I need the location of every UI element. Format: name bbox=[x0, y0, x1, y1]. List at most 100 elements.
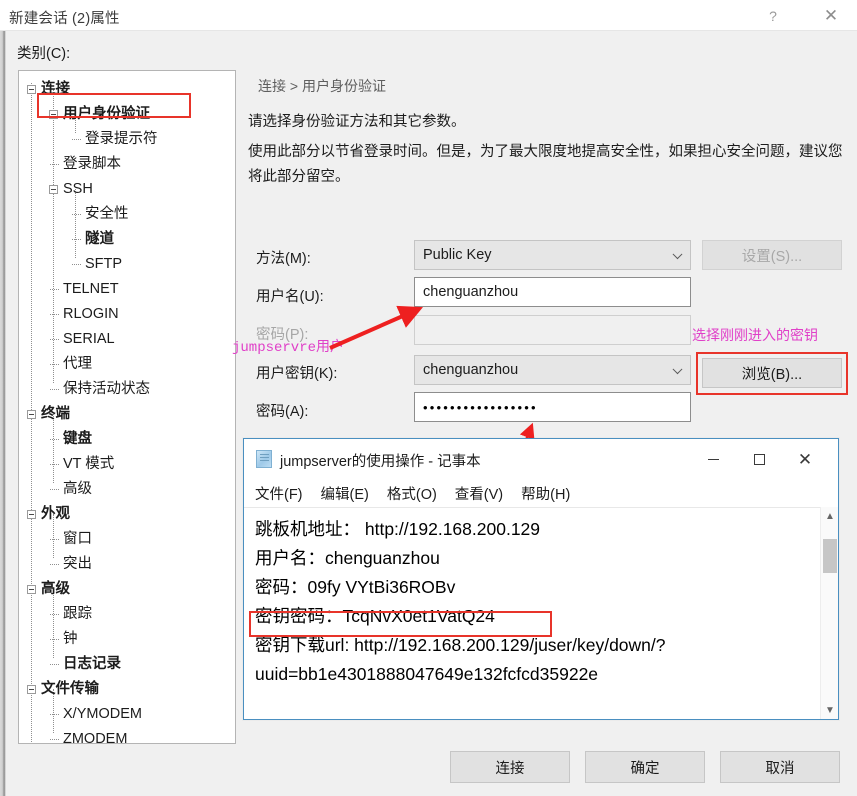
tree-item[interactable]: 保持活动状态 bbox=[19, 377, 235, 402]
tree-expander-icon[interactable] bbox=[27, 585, 36, 594]
tree-expander-icon[interactable] bbox=[27, 685, 36, 694]
browse-button[interactable]: 浏览(B)... bbox=[702, 358, 842, 388]
tree-item[interactable]: SFTP bbox=[19, 252, 235, 277]
method-label: 方法(M): bbox=[256, 251, 311, 267]
tree-item[interactable]: SERIAL bbox=[19, 327, 235, 352]
tree-connector bbox=[50, 714, 59, 715]
dialog-titlebar: 新建会话 (2)属性 ? ✕ bbox=[0, 0, 857, 31]
notepad-line: 用户名：chenguanzhou bbox=[255, 548, 440, 568]
username-input[interactable]: chenguanzhou bbox=[414, 277, 691, 307]
tree-item[interactable]: 日志记录 bbox=[19, 652, 235, 677]
method-select[interactable]: Public Key bbox=[414, 240, 691, 270]
tree-item[interactable]: 高级 bbox=[19, 477, 235, 502]
tree-item-label: 保持活动状态 bbox=[63, 381, 150, 398]
tree-item[interactable]: 窗口 bbox=[19, 527, 235, 552]
tree-expander-icon[interactable] bbox=[27, 510, 36, 519]
tree-expander-icon[interactable] bbox=[49, 185, 58, 194]
connect-button[interactable]: 连接 bbox=[450, 751, 570, 783]
notepad-close-icon[interactable]: ✕ bbox=[782, 439, 828, 479]
notepad-maximize-icon[interactable] bbox=[736, 439, 782, 479]
tree-item[interactable]: X/YMODEM bbox=[19, 702, 235, 727]
tree-item-label: SFTP bbox=[85, 256, 123, 273]
userkey-select[interactable]: chenguanzhou bbox=[414, 355, 691, 385]
tree-item-label: ZMODEM bbox=[63, 731, 128, 744]
notepad-menu-item[interactable]: 帮助(H) bbox=[521, 483, 570, 504]
tree-item[interactable]: 文件传输 bbox=[19, 677, 235, 702]
tree-item[interactable]: 安全性 bbox=[19, 202, 235, 227]
tree-expander-icon[interactable] bbox=[27, 85, 36, 94]
tree-item-label: 安全性 bbox=[85, 206, 129, 223]
tree-item[interactable]: VT 模式 bbox=[19, 452, 235, 477]
tree-item-label: SERIAL bbox=[63, 331, 115, 348]
notepad-line: 密钥密码：TcqNvX0et1VatQ24 bbox=[255, 606, 495, 626]
tree-item[interactable]: 突出 bbox=[19, 552, 235, 577]
scrollbar-thumb[interactable] bbox=[823, 539, 837, 573]
tree-item-label: X/YMODEM bbox=[63, 706, 142, 723]
tree-item-label: 高级 bbox=[41, 581, 70, 598]
tree-connector bbox=[50, 389, 59, 390]
tree-connector bbox=[50, 464, 59, 465]
passphrase-value: ••••••••••••••••• bbox=[423, 399, 538, 415]
tree-item[interactable]: TELNET bbox=[19, 277, 235, 302]
method-value: Public Key bbox=[423, 247, 492, 263]
notepad-menu-item[interactable]: 文件(F) bbox=[255, 483, 303, 504]
tree-expander-icon[interactable] bbox=[27, 410, 36, 419]
tree-item-label: 窗口 bbox=[63, 531, 92, 548]
ok-button[interactable]: 确定 bbox=[585, 751, 705, 783]
notepad-line: 密码：09fy VYtBi36ROBv bbox=[255, 577, 456, 597]
close-icon[interactable]: ✕ bbox=[808, 0, 854, 31]
notepad-menu-item[interactable]: 编辑(E) bbox=[321, 483, 369, 504]
tree-item-label: VT 模式 bbox=[63, 456, 115, 473]
tree-item-label: 跟踪 bbox=[63, 606, 92, 623]
scroll-up-icon[interactable]: ▲ bbox=[821, 507, 839, 525]
panel-description-secondary: 使用此部分以节省登录时间。但是，为了最大限度地提高安全性，如果担心安全问题，建议… bbox=[248, 144, 843, 185]
passphrase-input[interactable]: ••••••••••••••••• bbox=[414, 392, 691, 422]
tree-item[interactable]: 登录脚本 bbox=[19, 152, 235, 177]
notepad-menu-item[interactable]: 格式(O) bbox=[387, 483, 437, 504]
tree-item-label: 连接 bbox=[41, 81, 70, 98]
help-icon[interactable]: ? bbox=[750, 0, 796, 31]
scroll-down-icon[interactable]: ▼ bbox=[821, 701, 839, 719]
notepad-window: jumpserver的使用操作 - 记事本 ✕ 文件(F) 编辑(E) 格式(O) 查… bbox=[243, 438, 839, 720]
tree-item[interactable]: 登录提示符 bbox=[19, 127, 235, 152]
tree-item[interactable]: 跟踪 bbox=[19, 602, 235, 627]
breadcrumb: 连接 > 用户身份验证 bbox=[248, 70, 842, 102]
tree-connector bbox=[50, 289, 59, 290]
tree-item[interactable]: ZMODEM bbox=[19, 727, 235, 744]
tree-item[interactable]: 用户身份验证 bbox=[19, 102, 235, 127]
notepad-menu-item[interactable]: 查看(V) bbox=[455, 483, 503, 504]
tree-connector bbox=[50, 739, 59, 740]
tree-item[interactable]: 外观 bbox=[19, 502, 235, 527]
tree-connector bbox=[50, 164, 59, 165]
password-input[interactable] bbox=[414, 315, 691, 345]
tree-item-label: 登录脚本 bbox=[63, 156, 121, 173]
passphrase-label: 密码(A): bbox=[256, 404, 309, 420]
tree-item[interactable]: 连接 bbox=[19, 77, 235, 102]
tree-connector bbox=[50, 339, 59, 340]
chevron-down-icon bbox=[672, 364, 683, 375]
cancel-button[interactable]: 取消 bbox=[720, 751, 840, 783]
tree-item-label: 代理 bbox=[63, 356, 92, 373]
tree-item[interactable]: 终端 bbox=[19, 402, 235, 427]
settings-button[interactable]: 设置(S)... bbox=[702, 240, 842, 270]
notepad-scrollbar[interactable]: ▲ ▼ bbox=[820, 507, 838, 719]
tree-item-label: 用户身份验证 bbox=[63, 106, 150, 123]
notepad-text-area[interactable]: 跳板机地址： http://192.168.200.129 用户名：chengua… bbox=[244, 507, 838, 719]
notepad-menubar: 文件(F) 编辑(E) 格式(O) 查看(V) 帮助(H) bbox=[244, 479, 838, 507]
tree-item[interactable]: SSH bbox=[19, 177, 235, 202]
tree-item[interactable]: 代理 bbox=[19, 352, 235, 377]
tree-item[interactable]: 隧道 bbox=[19, 227, 235, 252]
tree-connector bbox=[50, 439, 59, 440]
category-tree[interactable]: 连接用户身份验证登录提示符登录脚本 SSH 安全性隧道 SFTP TELNET RLOGI… bbox=[18, 70, 236, 744]
tree-item-label: RLOGIN bbox=[63, 306, 119, 323]
tree-item-label: TELNET bbox=[63, 281, 119, 298]
notepad-minimize-icon[interactable] bbox=[690, 439, 736, 479]
annotation-left-note: jumpservre用户 bbox=[232, 340, 345, 356]
tree-item[interactable]: 键盘 bbox=[19, 427, 235, 452]
tree-expander-icon[interactable] bbox=[49, 110, 58, 119]
tree-item[interactable]: 高级 bbox=[19, 577, 235, 602]
notepad-title: jumpserver的使用操作 - 记事本 bbox=[280, 454, 481, 470]
tree-item[interactable]: 钟 bbox=[19, 627, 235, 652]
tree-item-label: 键盘 bbox=[63, 431, 92, 448]
tree-item[interactable]: RLOGIN bbox=[19, 302, 235, 327]
